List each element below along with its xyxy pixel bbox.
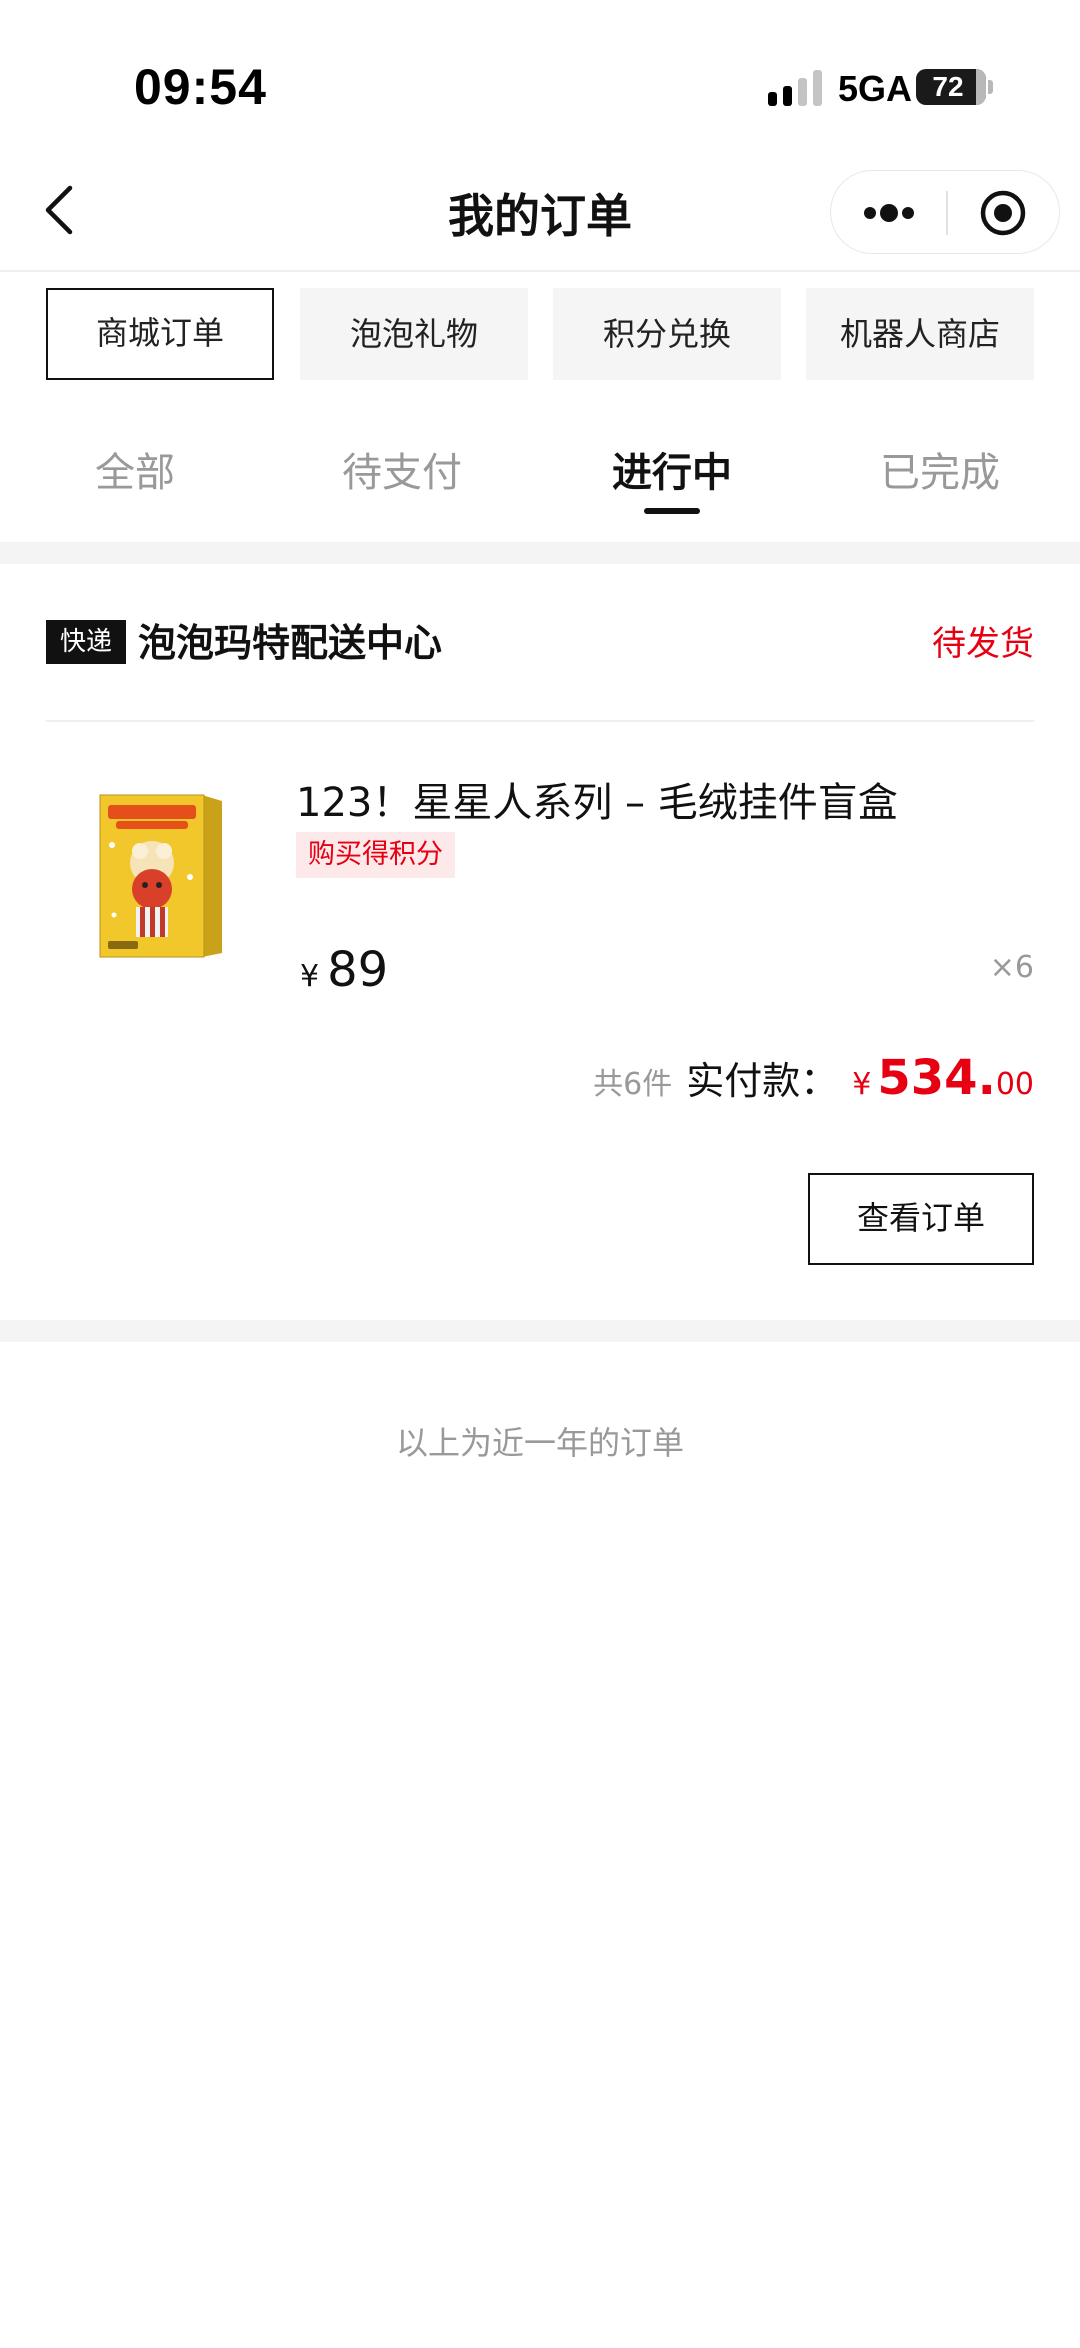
more-dots-icon[interactable]: [861, 191, 917, 235]
product-price: ¥89: [300, 942, 388, 998]
total-amount-decimal: 00: [995, 1067, 1034, 1102]
section-separator: [0, 542, 1080, 564]
cellular-signal-icon: [768, 70, 822, 106]
status-bar: 09:54 5GA 72: [0, 0, 1080, 170]
shop-name: 泡泡玛特配送中心: [138, 621, 443, 665]
category-points-exchange[interactable]: 积分兑换: [553, 288, 781, 380]
tab-completed[interactable]: 已完成: [840, 440, 1040, 498]
nav-divider: [0, 270, 1080, 272]
category-bubble-gifts[interactable]: 泡泡礼物: [300, 288, 528, 380]
target-circle-icon[interactable]: [979, 189, 1027, 237]
category-mall-orders[interactable]: 商城订单: [46, 288, 274, 380]
view-order-button[interactable]: 查看订单: [808, 1173, 1034, 1265]
battery-level: 72: [932, 71, 964, 102]
section-separator: [0, 1320, 1080, 1342]
card-divider: [46, 720, 1034, 722]
status-time: 09:54: [134, 59, 267, 115]
page-title: 我的订单: [448, 189, 632, 243]
price-currency: ¥: [300, 959, 320, 994]
battery-cap: [988, 80, 993, 94]
category-robot-store[interactable]: 机器人商店: [806, 288, 1034, 380]
total-amount-integer: 534.: [877, 1050, 996, 1106]
battery-icon: 72: [916, 69, 986, 105]
capsule-divider: [946, 191, 948, 235]
back-arrow-icon[interactable]: [36, 180, 86, 240]
product-quantity: ×6: [989, 950, 1034, 985]
points-tag: 购买得积分: [296, 832, 455, 878]
shipping-badge: 快递: [46, 620, 126, 664]
footer-note: 以上为近一年的订单: [395, 1424, 684, 1462]
order-total: 共6件 实付款： ¥534.00: [593, 1050, 1034, 1106]
product-title[interactable]: 123！星星人系列 – 毛绒挂件盲盒: [296, 770, 898, 828]
total-item-count: 共6件: [593, 1067, 673, 1102]
tab-in-progress[interactable]: 进行中: [572, 440, 772, 498]
network-type: 5GA: [838, 68, 913, 109]
blind-box-product-image[interactable]: [82, 785, 240, 963]
tab-pending-payment[interactable]: 待支付: [302, 440, 502, 498]
total-currency: ¥: [852, 1067, 872, 1102]
price-value: 89: [327, 942, 389, 998]
tab-all[interactable]: 全部: [35, 440, 235, 498]
total-label: 实付款：: [686, 1059, 839, 1103]
mini-program-capsule: [830, 170, 1060, 254]
active-tab-indicator: [644, 508, 700, 514]
order-status: 待发货: [932, 624, 1034, 664]
